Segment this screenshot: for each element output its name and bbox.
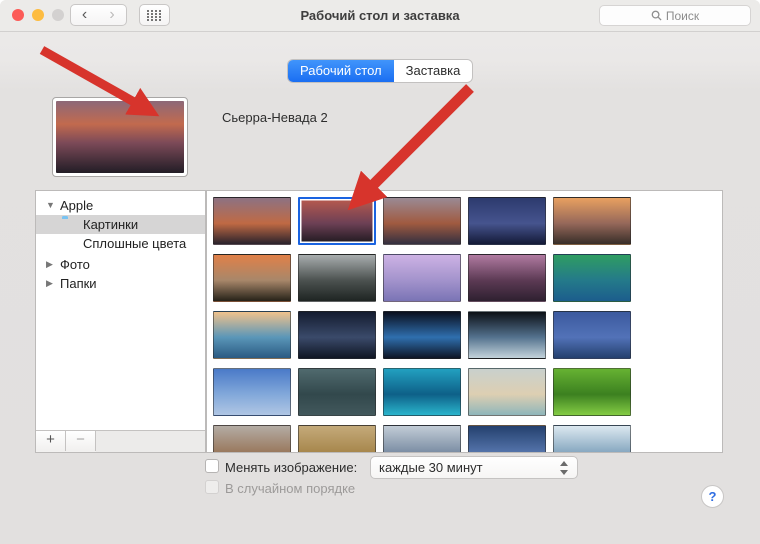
wallpaper-thumb-golden-mist[interactable] [298, 425, 376, 452]
wallpaper-thumb-milky-way[interactable] [553, 311, 631, 359]
wallpaper-thumb-sunset-wave[interactable] [213, 311, 291, 359]
interval-value: каждые 30 минут [379, 460, 483, 475]
wallpaper-grid [206, 190, 723, 453]
disclosure-open-icon[interactable]: ▼ [46, 196, 55, 215]
sidebar-footer: + − [36, 430, 205, 452]
desktop-screensaver-window: ‹ › Рабочий стол и заставка Поиск Рабочи… [0, 0, 760, 544]
remove-folder-button[interactable]: − [66, 431, 96, 451]
sidebar-group-folders[interactable]: ▶ Папки [36, 274, 205, 293]
wallpaper-thumb-half-dome-purple[interactable] [383, 254, 461, 302]
wallpaper-thumb-green-wave[interactable] [553, 254, 631, 302]
wallpaper-thumb-beach-aerial[interactable] [468, 368, 546, 416]
help-button[interactable]: ? [701, 485, 724, 508]
random-order-label: В случайном порядке [225, 481, 356, 496]
folder-icon [62, 218, 77, 231]
disclosure-closed-icon[interactable]: ▶ [46, 274, 53, 293]
random-order-checkbox[interactable] [205, 480, 219, 494]
wallpaper-thumb-turquoise-water[interactable] [383, 368, 461, 416]
wallpaper-thumb-autumn-fog[interactable] [213, 425, 291, 452]
wallpaper-thumb-misty-ridges[interactable] [383, 425, 461, 452]
titlebar: ‹ › Рабочий стол и заставка Поиск [0, 0, 760, 32]
change-picture-label: Менять изображение: [225, 460, 358, 475]
wallpaper-thumb-twilight-lake[interactable] [468, 254, 546, 302]
sidebar-item-pictures[interactable]: Картинки [36, 215, 205, 234]
sidebar-footer-track [96, 431, 205, 452]
sidebar-group-photos[interactable]: ▶ Фото [36, 255, 205, 274]
stepper-chevrons-icon [560, 460, 570, 476]
arrow-to-selected-thumb [347, 84, 474, 211]
wallpaper-thumb-galaxy[interactable] [298, 311, 376, 359]
wallpaper-thumb-ice-floe[interactable] [553, 425, 631, 452]
wallpaper-thumb-sierra-dark[interactable] [213, 197, 291, 245]
current-wallpaper-preview [56, 101, 184, 173]
tab-screensaver[interactable]: Заставка [393, 60, 473, 82]
wallpaper-thumb-green-fields[interactable] [553, 368, 631, 416]
disclosure-closed-icon[interactable]: ▶ [46, 255, 53, 274]
add-folder-button[interactable]: + [36, 431, 66, 451]
search-field[interactable]: Поиск [599, 5, 751, 26]
wallpaper-thumb-half-dome-glow[interactable] [553, 197, 631, 245]
current-wallpaper-name: Сьерра-Невада 2 [222, 110, 328, 125]
search-icon [651, 10, 662, 21]
change-picture-checkbox[interactable] [205, 459, 219, 473]
sidebar-item-solid-colors[interactable]: Сплошные цвета [36, 234, 205, 253]
wallpaper-thumb-earth-surface[interactable] [468, 311, 546, 359]
wallpaper-thumb-moon-sky[interactable] [213, 368, 291, 416]
current-wallpaper-frame [52, 97, 188, 177]
wallpaper-thumb-yosemite-mono[interactable] [298, 254, 376, 302]
sidebar-group-apple[interactable]: ▼ Apple [36, 196, 205, 215]
wallpaper-thumb-el-capitan[interactable] [213, 254, 291, 302]
wallpaper-thumb-yosemite-sunset[interactable] [383, 197, 461, 245]
source-sidebar: ▼ Apple Картинки Сплошные цвета ▶ Фото ▶… [35, 190, 206, 453]
search-placeholder: Поиск [665, 8, 700, 23]
interval-select[interactable]: каждые 30 минут [370, 456, 578, 479]
wallpaper-thumb-earth-horizon[interactable] [383, 311, 461, 359]
color-wheel-icon [62, 237, 77, 250]
tab-bar: Рабочий стол Заставка [288, 60, 473, 82]
wallpaper-thumb-dusk-clouds[interactable] [468, 425, 546, 452]
wallpaper-thumb-storm-clouds[interactable] [298, 368, 376, 416]
tab-desktop[interactable]: Рабочий стол [288, 60, 394, 82]
wallpaper-thumb-sierra-2[interactable] [298, 197, 376, 245]
wallpaper-thumb-night-mountain[interactable] [468, 197, 546, 245]
